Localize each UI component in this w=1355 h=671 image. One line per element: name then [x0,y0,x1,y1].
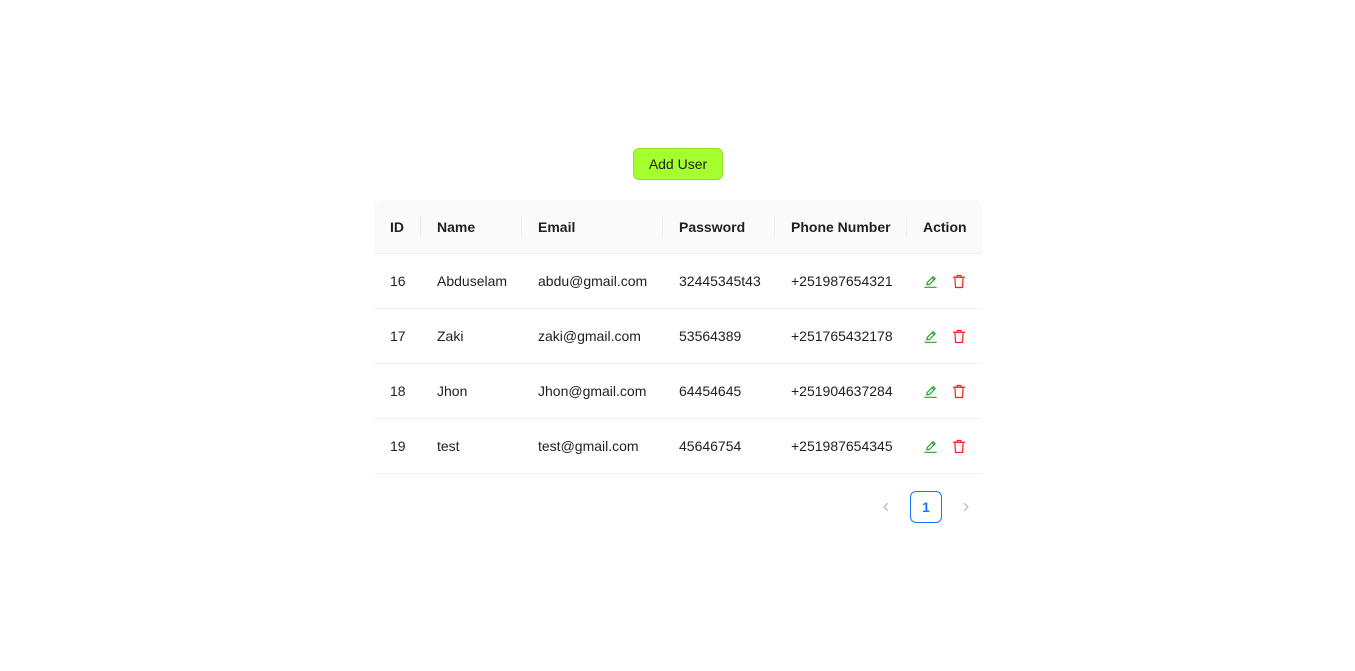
column-header-password: Password [663,200,775,254]
cell-action [907,419,982,474]
column-header-action: Action [907,200,982,254]
table-header: ID Name Email Password Phone Number Acti… [374,200,982,254]
table-body: 16 Abduselam abdu@gmail.com 32445345t43 … [374,254,982,474]
row-actions [923,438,966,454]
cell-password: 32445345t43 [663,254,775,309]
users-table: ID Name Email Password Phone Number Acti… [374,200,982,474]
table-row: 16 Abduselam abdu@gmail.com 32445345t43 … [374,254,982,309]
column-header-name: Name [421,200,522,254]
cell-name: test [421,419,522,474]
delete-icon[interactable] [952,438,966,454]
page: Add User ID Name Email Password Phone Nu… [0,0,1355,671]
table-row: 18 Jhon Jhon@gmail.com 64454645 +2519046… [374,364,982,419]
table-row: 17 Zaki zaki@gmail.com 53564389 +2517654… [374,309,982,364]
cell-id: 17 [374,309,421,364]
row-actions [923,328,966,344]
cell-phone: +251987654345 [775,419,907,474]
table-header-row: ID Name Email Password Phone Number Acti… [374,200,982,254]
delete-icon[interactable] [952,273,966,289]
cell-id: 18 [374,364,421,419]
page-item-current[interactable]: 1 [910,491,942,523]
cell-id: 16 [374,254,421,309]
cell-email: zaki@gmail.com [522,309,663,364]
cell-name: Abduselam [421,254,522,309]
cell-email: test@gmail.com [522,419,663,474]
cell-action [907,309,982,364]
edit-icon[interactable] [923,383,938,399]
delete-icon[interactable] [952,383,966,399]
row-actions [923,273,966,289]
cell-password: 64454645 [663,364,775,419]
cell-email: abdu@gmail.com [522,254,663,309]
cell-password: 45646754 [663,419,775,474]
cell-phone: +251987654321 [775,254,907,309]
column-header-email: Email [522,200,663,254]
row-actions [923,383,966,399]
edit-icon[interactable] [923,273,938,289]
users-table-container: ID Name Email Password Phone Number Acti… [374,200,982,474]
cell-password: 53564389 [663,309,775,364]
delete-icon[interactable] [952,328,966,344]
edit-icon[interactable] [923,328,938,344]
cell-action [907,364,982,419]
cell-action [907,254,982,309]
cell-email: Jhon@gmail.com [522,364,663,419]
column-header-phone-number: Phone Number [775,200,907,254]
chevron-left-icon[interactable] [870,491,902,523]
edit-icon[interactable] [923,438,938,454]
cell-name: Zaki [421,309,522,364]
add-user-button[interactable]: Add User [633,148,723,180]
cell-id: 19 [374,419,421,474]
cell-phone: +251765432178 [775,309,907,364]
column-header-id: ID [374,200,421,254]
table-row: 19 test test@gmail.com 45646754 +2519876… [374,419,982,474]
cell-phone: +251904637284 [775,364,907,419]
chevron-right-icon[interactable] [950,491,982,523]
pagination: 1 [870,491,982,523]
cell-name: Jhon [421,364,522,419]
